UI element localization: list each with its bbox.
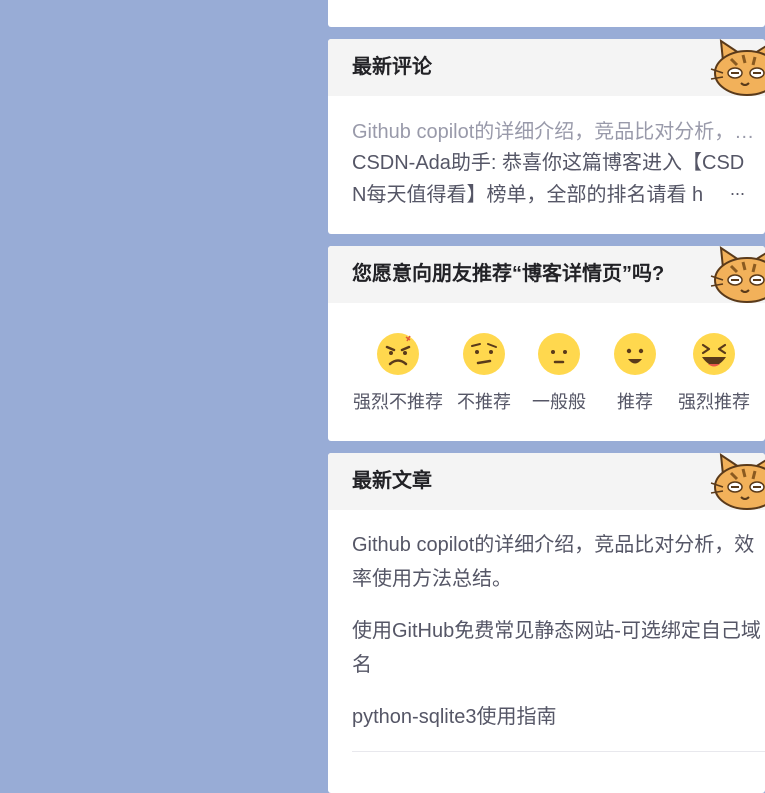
recommend-option-label: 推荐	[617, 392, 653, 412]
article-link[interactable]: python-sqlite3使用指南	[352, 700, 762, 734]
skeptical-face-icon	[463, 333, 505, 375]
recommend-option-strongly-yes[interactable]: 强烈推荐	[674, 332, 754, 414]
recommend-option-strongly-not[interactable]: 强烈不推荐	[352, 332, 444, 414]
cat-mascot-icon	[710, 453, 765, 510]
recommend-card: 您愿意向朋友推荐“博客详情页”吗? 强烈不推荐 不推荐 一般般 推荐 强烈推荐	[328, 246, 765, 441]
neutral-face-icon	[538, 333, 580, 375]
smile-face-icon	[614, 333, 656, 375]
recommend-option-label: 一般般	[532, 392, 586, 412]
latest-articles-header: 最新文章	[328, 453, 765, 510]
recommend-option-not[interactable]: 不推荐	[454, 332, 514, 414]
latest-comments-title: 最新评论	[352, 56, 432, 78]
cat-mascot-icon	[710, 39, 765, 96]
recommend-options: 强烈不推荐 不推荐 一般般 推荐 强烈推荐	[328, 332, 765, 432]
recommend-option-neutral[interactable]: 一般般	[528, 332, 590, 414]
article-link[interactable]: 使用GitHub免费常见静态网站-可选绑定自己域名	[352, 614, 762, 682]
comment-text[interactable]: CSDN-Ada助手: 恭喜你这篇博客进入【CSDN每天值得看】榜单，全部的排名…	[352, 147, 752, 211]
latest-comments-header: 最新评论	[328, 39, 765, 96]
recommend-option-yes[interactable]: 推荐	[612, 332, 658, 414]
angry-face-icon	[377, 333, 419, 375]
latest-articles-title: 最新文章	[352, 470, 432, 492]
article-link[interactable]: Github copilot的详细介绍，竞品比对分析，效率使用方法总结。	[352, 528, 762, 596]
comment-article-link[interactable]: Github copilot的详细介绍，竞品比对分析，效率使用方法总结。	[352, 115, 757, 144]
latest-articles-card: 最新文章 Github copilot的详细介绍，竞品比对分析，效率使用方法总结…	[328, 453, 765, 793]
recommend-option-label: 强烈不推荐	[353, 392, 443, 412]
latest-comments-card: 最新评论 Github copilot的详细介绍，竞品比对分析，效率使用方法总结…	[328, 39, 765, 234]
recommend-header: 您愿意向朋友推荐“博客详情页”吗?	[328, 246, 765, 303]
divider	[352, 751, 765, 752]
recommend-option-label: 强烈推荐	[678, 392, 750, 412]
recommend-title: 您愿意向朋友推荐“博客详情页”吗?	[352, 263, 665, 285]
previous-card	[328, 0, 765, 27]
comment-ellipsis: ...	[728, 179, 746, 200]
recommend-option-label: 不推荐	[457, 392, 511, 412]
laughing-face-icon	[693, 333, 735, 375]
cat-mascot-icon	[710, 246, 765, 303]
